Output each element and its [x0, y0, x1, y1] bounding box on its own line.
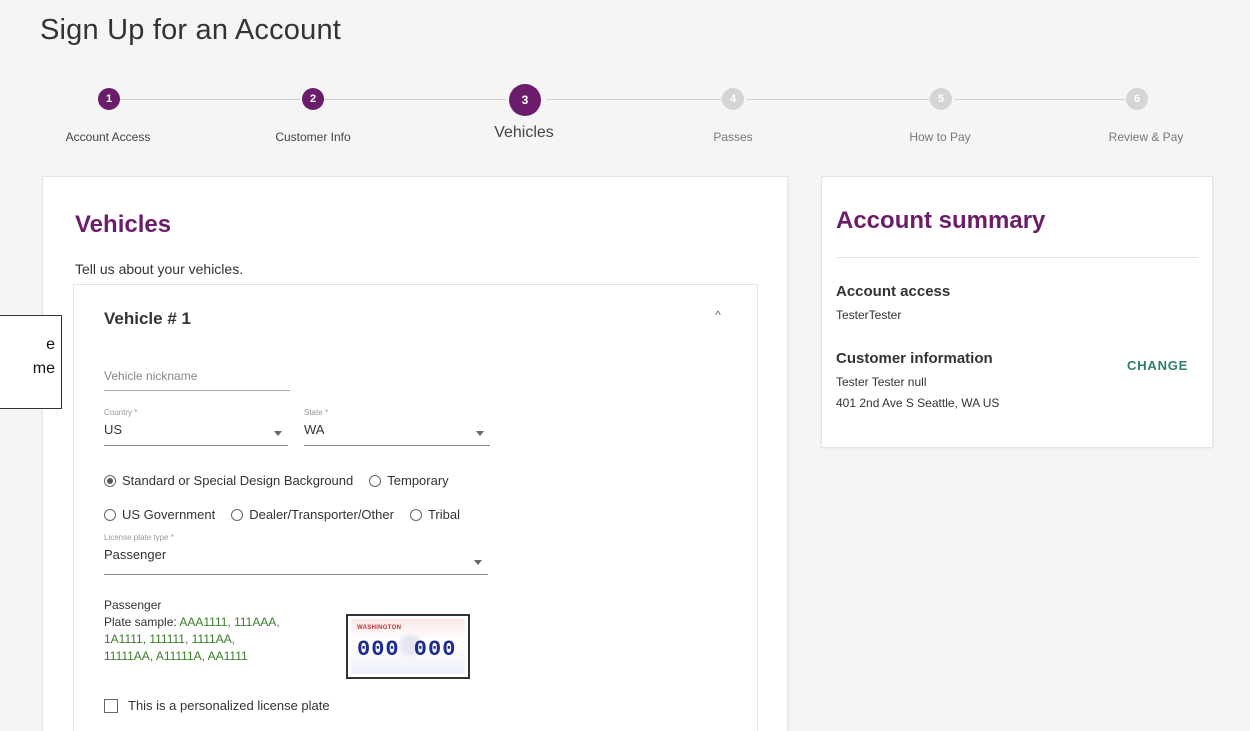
- personalized-plate-label: This is a personalized license plate: [128, 698, 330, 713]
- plate-state-text: WASHINGTON: [357, 625, 402, 631]
- country-label: Country *: [104, 408, 138, 417]
- page-title: Sign Up for an Account: [40, 14, 342, 46]
- radio-us-government[interactable]: US Government: [104, 507, 215, 522]
- account-summary-card: Account summary Account access TesterTes…: [821, 176, 1213, 448]
- radio-tribal[interactable]: Tribal: [409, 507, 460, 522]
- plate-samples-1: AAA1111, 111AAA,: [179, 615, 280, 629]
- dropdown-arrow-icon: [274, 431, 282, 436]
- plate-type-value: Passenger: [104, 547, 167, 562]
- personalized-plate-checkbox[interactable]: [104, 698, 118, 713]
- step-4-circle: 4: [722, 88, 744, 110]
- radio-unselected-icon: [104, 508, 116, 521]
- radio-unselected-icon: [369, 474, 382, 487]
- step-1-label[interactable]: Account Access: [66, 130, 151, 144]
- customer-name: Tester Tester null: [836, 375, 927, 389]
- vehicles-card: Vehicles Tell us about your vehicles. Ve…: [42, 176, 788, 731]
- summary-heading: Account summary: [836, 207, 1046, 234]
- chevron-up-icon[interactable]: ^: [710, 307, 726, 323]
- radio-standard-label: Standard or Special Design Background: [122, 473, 354, 488]
- radio-tribal-label: Tribal: [427, 507, 460, 522]
- state-select[interactable]: State * WA: [304, 408, 490, 446]
- vehicles-heading: Vehicles: [75, 211, 172, 238]
- radio-temporary[interactable]: Temporary: [369, 473, 449, 488]
- dropdown-arrow-icon: [476, 431, 484, 436]
- radio-unselected-icon: [409, 508, 422, 521]
- step-5-circle: 5: [930, 88, 952, 110]
- change-button[interactable]: CHANGE: [1127, 358, 1188, 373]
- plate-info-title: Passenger: [104, 598, 162, 612]
- plate-sample-image: WASHINGTON 000 000: [346, 614, 470, 679]
- vehicles-intro: Tell us about your vehicles.: [75, 261, 244, 277]
- summary-divider: [836, 257, 1198, 258]
- plate-samples-2: 1A1111, 111111, 1111AA,: [104, 632, 235, 646]
- country-value: US: [104, 422, 123, 437]
- step-6-label: Review & Pay: [1108, 130, 1184, 144]
- callout-line-2: me: [32, 360, 55, 377]
- step-2-circle[interactable]: 2: [302, 88, 324, 110]
- plate-background-radios-row1: Standard or Special Design Background Te…: [104, 473, 465, 488]
- plate-background-radios-row2: US Government Dealer/Transporter/Other T…: [104, 507, 476, 522]
- license-plate-type-select[interactable]: License plate type * Passenger: [104, 533, 488, 575]
- step-4-label: Passes: [713, 130, 753, 144]
- step-1-circle[interactable]: 1: [98, 88, 120, 110]
- radio-us-government-label: US Government: [122, 507, 216, 522]
- country-select[interactable]: Country * US: [104, 408, 288, 446]
- vehicle-nickname-input[interactable]: Vehicle nickname: [104, 367, 290, 391]
- step-3-circle: 3: [509, 84, 541, 116]
- customer-info-heading: Customer information: [836, 350, 993, 367]
- callout-line-1: e: [46, 336, 55, 353]
- step-3-label: Vehicles: [494, 124, 554, 141]
- progress-stepper: 1 Account Access 2 Customer Info 3 Vehic…: [0, 84, 1250, 154]
- step-6-circle: 6: [1126, 88, 1148, 110]
- vehicle-title: Vehicle # 1: [104, 309, 191, 328]
- radio-dealer[interactable]: Dealer/Transporter/Other: [231, 507, 394, 522]
- customer-address: 401 2nd Ave S Seattle, WA US: [836, 396, 1000, 410]
- plate-samples-3: 11111AA, A11111A, AA1111: [104, 649, 248, 663]
- state-value: WA: [304, 422, 325, 437]
- state-label: State *: [304, 408, 329, 417]
- radio-dealer-label: Dealer/Transporter/Other: [249, 507, 394, 522]
- dropdown-arrow-icon: [474, 560, 482, 565]
- step-2-label[interactable]: Customer Info: [275, 130, 350, 144]
- radio-standard[interactable]: Standard or Special Design Background: [104, 473, 353, 488]
- radio-unselected-icon: [231, 508, 244, 521]
- radio-selected-icon: [104, 474, 116, 487]
- plate-type-label: License plate type *: [104, 533, 174, 542]
- personalized-plate-checkbox-row[interactable]: This is a personalized license plate: [104, 698, 330, 713]
- radio-temporary-label: Temporary: [387, 473, 449, 488]
- account-access-heading: Account access: [836, 283, 951, 300]
- plate-info: Passenger Plate sample: AAA1111, 111AAA,…: [104, 597, 334, 665]
- vehicle-1-panel: Vehicle # 1 ^ Vehicle nickname Country *…: [73, 284, 758, 731]
- annotation-callout: e me: [0, 315, 62, 409]
- plate-number-text: 000 000: [357, 637, 457, 662]
- plate-sample-label: Plate sample:: [104, 615, 180, 629]
- step-5-label: How to Pay: [909, 130, 971, 144]
- account-access-value: TesterTester: [836, 308, 902, 322]
